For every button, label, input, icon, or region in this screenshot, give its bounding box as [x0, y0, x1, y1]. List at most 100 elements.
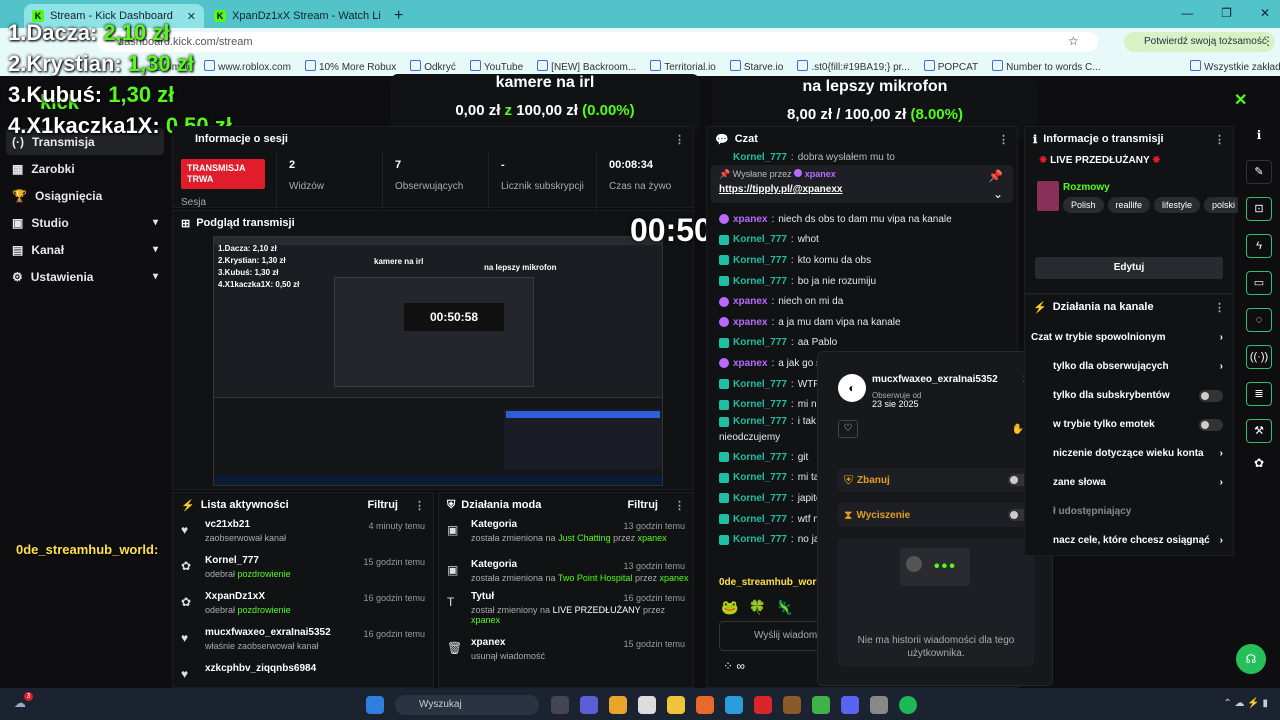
pencil-icon[interactable]: ✎	[1246, 160, 1272, 184]
task-view-icon[interactable]	[551, 696, 569, 714]
chat-bubble-icon[interactable]: ◌	[1246, 308, 1272, 332]
more-icon[interactable]: ⋮	[674, 133, 685, 146]
all-bookmarks[interactable]: Wszystkie zakładki	[1190, 60, 1280, 73]
verify-identity-button[interactable]: Potwierdź swoją tożsamość	[1124, 32, 1275, 52]
action-emote-only[interactable]: w trybie tylko emotek	[1025, 410, 1233, 439]
tag-chip[interactable]: reallife	[1107, 197, 1151, 213]
sidebar-item-ustawienia[interactable]: ⚙ Ustawienia ▾	[0, 263, 170, 290]
action-goals[interactable]: nacz cele, które chcesz osiągnąć ›	[1025, 526, 1233, 555]
bookmark-item[interactable]: Odkryć	[410, 60, 456, 73]
timeout-row[interactable]: ⧗ Wyciszenie	[838, 503, 1038, 527]
pin-toggle-icon[interactable]: 📌	[988, 169, 1003, 183]
browser-tab-watch[interactable]: K XpanDz1xX Stream - Watch Li ✕	[206, 4, 386, 28]
action-slow-mode[interactable]: Czat w trybie spowolnionym ›	[1025, 323, 1233, 352]
chat-message[interactable]: xpanex: a ja mu dam vipa na kanale	[719, 312, 1017, 333]
new-tab-icon[interactable]: +	[388, 7, 409, 28]
settings-icon[interactable]: ⁘ ∞	[723, 659, 745, 673]
popup-username[interactable]: mucxfwaxeo_exraInai5352	[872, 374, 998, 385]
activity-row[interactable]: ♥ vc21xb21 zaobserwował kanał 4 minuty temu	[173, 517, 433, 553]
category-link[interactable]: Rozmowy	[1063, 182, 1110, 193]
bookmark-item[interactable]: .st0{fill:#19BA19;} pr...	[797, 60, 909, 73]
chat-message[interactable]: Kornel_777: kto komu da obs	[719, 250, 1017, 271]
bookmark-item[interactable]: Number to words C...	[992, 60, 1100, 73]
sidebar-item-zarobki[interactable]: ▦ Zarobki	[0, 155, 170, 182]
chat-message[interactable]: Kornel_777: bo ja nie rozumiju	[719, 271, 1017, 292]
bookmark-item[interactable]: Territorial.io	[650, 60, 716, 73]
browser-menu-icon[interactable]: ⋮	[1262, 34, 1274, 48]
stream-preview[interactable]: 1.Dacza: 2,10 zł 2.Krystian: 1,30 zł 3.K…	[213, 236, 663, 486]
chat-message[interactable]: xpanex: niech ds obs to dam mu vipa na k…	[719, 209, 1017, 230]
bookmark-star-icon[interactable]: ☆	[1068, 34, 1079, 48]
filter-button[interactable]: Filtruj	[627, 499, 658, 511]
tag-chip[interactable]: Polish	[1063, 197, 1104, 213]
close-window-icon[interactable]: ✕	[1260, 6, 1270, 20]
pinned-link[interactable]: https://tipply.pl/@xpanexx	[719, 184, 1005, 195]
clip-icon[interactable]: ⊡	[1246, 197, 1272, 221]
more-icon[interactable]: ⋮	[674, 499, 685, 512]
meet-icon[interactable]	[580, 696, 598, 714]
kick-icon[interactable]: ✿	[1238, 456, 1280, 470]
mod-row[interactable]: ▣ Kategoria została zmieniona na Just Chat…	[439, 517, 693, 557]
lightning-icon[interactable]: ϟ	[1246, 234, 1272, 258]
sidebar-item-studio[interactable]: ▣ Studio ▾	[0, 209, 170, 236]
action-subs-only[interactable]: tylko dla subskrybentów	[1025, 381, 1233, 410]
action-host[interactable]: ł udostępniający	[1025, 497, 1233, 526]
more-icon[interactable]: ⋮	[1214, 133, 1225, 146]
emote-icon[interactable]: 🦎	[776, 599, 793, 616]
spotify-icon[interactable]	[899, 696, 917, 714]
address-bar[interactable]: dashboard.kick.com/stream	[98, 32, 1098, 52]
emote-icon[interactable]: 🍀	[748, 599, 765, 616]
minimize-icon[interactable]: —	[1181, 6, 1193, 20]
bookmark-item[interactable]: www.roblox.com	[204, 60, 291, 73]
xbox-icon[interactable]	[812, 696, 830, 714]
clipboard-icon[interactable]: ▭	[1246, 271, 1272, 295]
more-icon[interactable]: ⋮	[414, 499, 425, 512]
chrome-icon[interactable]	[609, 696, 627, 714]
bookmark-item[interactable]: POPCAT	[924, 60, 978, 73]
broadcast-icon[interactable]: ((·))	[1246, 345, 1272, 369]
filter-button[interactable]: Filtruj	[367, 499, 398, 511]
emote-only-toggle[interactable]	[1199, 418, 1223, 431]
app-icon[interactable]	[870, 696, 888, 714]
hand-icon[interactable]: ✋	[1012, 424, 1024, 435]
mod-row[interactable]: T Tytuł został zmieniony na LIVE PRZEDŁUŻA…	[439, 589, 693, 635]
wrench-icon[interactable]: ⚒	[1246, 419, 1272, 443]
taskbar-search[interactable]: Wyszukaj	[395, 695, 539, 715]
close-tab-icon[interactable]: ✕	[187, 10, 196, 23]
ban-row[interactable]: ⛨ Zbanuj	[838, 468, 1038, 492]
action-followers-only[interactable]: tylko dla obserwujących ›	[1025, 352, 1233, 381]
file-explorer-icon[interactable]	[667, 696, 685, 714]
info-icon[interactable]: ℹ	[1238, 128, 1280, 142]
activity-row[interactable]: ♥ mucxfwaxeo_exraInai5352 właśnie zaobserw…	[173, 625, 433, 661]
app-icon[interactable]	[696, 696, 714, 714]
tag-chip[interactable]: lifestyle	[1154, 197, 1201, 213]
sidebar-item-osiagniecia[interactable]: 🏆 Osiągnięcia	[0, 182, 170, 209]
chevron-down-icon[interactable]: ⌄	[993, 187, 1003, 201]
sidebar-item-kanal[interactable]: ▤ Kanał ▾	[0, 236, 170, 263]
edge-icon[interactable]	[725, 696, 743, 714]
minecraft-icon[interactable]	[783, 696, 801, 714]
more-icon[interactable]: ⋮	[1214, 301, 1225, 314]
maximize-icon[interactable]: ❐	[1221, 6, 1232, 20]
activity-row[interactable]: ✿ Kornel_777 odebrał pozdrowienie 15 godzin…	[173, 553, 433, 589]
layers-icon[interactable]: ≣	[1246, 382, 1272, 406]
bookmark-item[interactable]: YouTube	[470, 60, 523, 73]
emote-icon[interactable]: 🐸	[721, 599, 738, 616]
more-icon[interactable]: ⋮	[998, 133, 1009, 146]
cat-app-icon[interactable]	[638, 696, 656, 714]
mod-row[interactable]: 🗑 xpanex usunął wiadomość 15 godzin temu	[439, 635, 693, 671]
action-account-age[interactable]: niczenie dotyczące wieku konta ›	[1025, 439, 1233, 468]
action-banned-words[interactable]: zane słowa ›	[1025, 468, 1233, 497]
heart-icon[interactable]: ♡	[838, 420, 858, 438]
system-tray[interactable]: ⌃ ☁ ⚡ ▮	[1223, 698, 1268, 709]
bookmark-item[interactable]: [NEW] Backroom...	[537, 60, 636, 73]
chat-message[interactable]: Kornel_777: whot	[719, 230, 1017, 251]
windows-start-icon[interactable]	[366, 696, 384, 714]
pinned-message[interactable]: 📌 Wysłane przez xpanex https://tipply.pl…	[711, 165, 1013, 203]
opera-icon[interactable]	[754, 696, 772, 714]
bookmark-item[interactable]: Starve.io	[730, 60, 783, 73]
bookmark-item[interactable]: 10% More Robux	[305, 60, 396, 73]
activity-row[interactable]: ✿ XxpanDz1xX odebrał pozdrowienie 16 godzin…	[173, 589, 433, 625]
subs-only-toggle[interactable]	[1199, 389, 1223, 402]
support-headset-icon[interactable]: ☊	[1236, 644, 1266, 674]
